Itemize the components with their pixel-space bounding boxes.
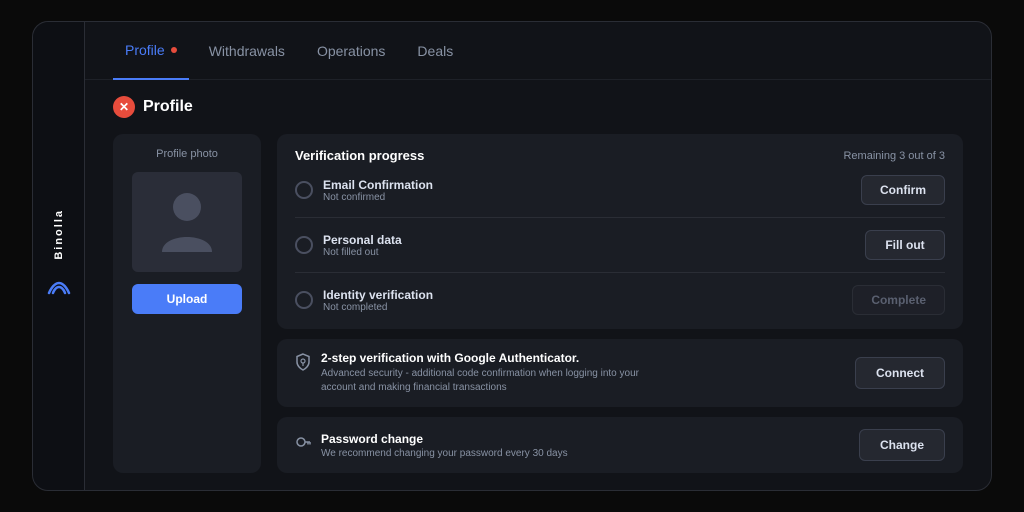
verification-items: Email Confirmation Not confirmed Confirm bbox=[295, 175, 945, 315]
key-icon bbox=[295, 434, 311, 455]
section-title: Profile bbox=[143, 98, 193, 116]
top-nav: Profile Withdrawals Operations Deals bbox=[85, 22, 991, 80]
password-info: Password change We recommend changing yo… bbox=[321, 432, 568, 459]
identity-circle-icon bbox=[295, 291, 313, 309]
password-card: Password change We recommend changing yo… bbox=[277, 417, 963, 473]
divider-1 bbox=[295, 217, 945, 218]
main-content: Profile Withdrawals Operations Deals ✕ P… bbox=[85, 22, 991, 490]
tab-withdrawals[interactable]: Withdrawals bbox=[197, 22, 297, 80]
photo-label: Profile photo bbox=[156, 148, 218, 160]
tab-profile[interactable]: Profile bbox=[113, 22, 189, 80]
twostep-description: Advanced security - additional code conf… bbox=[321, 367, 661, 395]
twostep-left: 2-step verification with Google Authenti… bbox=[295, 351, 661, 395]
email-item-left: Email Confirmation Not confirmed bbox=[295, 178, 433, 203]
content-grid: Profile photo Upload Verification p bbox=[113, 134, 963, 473]
tab-withdrawals-label: Withdrawals bbox=[209, 43, 285, 59]
personal-item-info: Personal data Not filled out bbox=[323, 233, 402, 258]
upload-button[interactable]: Upload bbox=[132, 284, 242, 314]
twostep-title: 2-step verification with Google Authenti… bbox=[321, 351, 661, 365]
personal-item-left: Personal data Not filled out bbox=[295, 233, 402, 258]
sidebar-logo-icon bbox=[45, 275, 73, 303]
personal-item-subtitle: Not filled out bbox=[323, 247, 402, 258]
verification-card: Verification progress Remaining 3 out of… bbox=[277, 134, 963, 329]
connect-button[interactable]: Connect bbox=[855, 357, 945, 389]
photo-card: Profile photo Upload bbox=[113, 134, 261, 473]
password-left: Password change We recommend changing yo… bbox=[295, 432, 568, 459]
identity-item-subtitle: Not completed bbox=[323, 302, 433, 313]
app-container: Binolla Profile Withdrawals Operations D… bbox=[32, 21, 992, 491]
verification-email-item: Email Confirmation Not confirmed Confirm bbox=[295, 175, 945, 205]
identity-item-info: Identity verification Not completed bbox=[323, 288, 433, 313]
divider-2 bbox=[295, 272, 945, 273]
password-title: Password change bbox=[321, 432, 568, 446]
verification-header: Verification progress Remaining 3 out of… bbox=[295, 148, 945, 163]
tab-operations-label: Operations bbox=[317, 43, 385, 59]
confirm-button[interactable]: Confirm bbox=[861, 175, 945, 205]
identity-item-left: Identity verification Not completed bbox=[295, 288, 433, 313]
fillout-button[interactable]: Fill out bbox=[865, 230, 945, 260]
section-error-icon: ✕ bbox=[113, 96, 135, 118]
shield-icon bbox=[295, 353, 311, 376]
section-header: ✕ Profile bbox=[113, 96, 963, 118]
twostep-card: 2-step verification with Google Authenti… bbox=[277, 339, 963, 407]
right-panel: Verification progress Remaining 3 out of… bbox=[277, 134, 963, 473]
verification-identity-item: Identity verification Not completed Comp… bbox=[295, 285, 945, 315]
complete-button[interactable]: Complete bbox=[852, 285, 945, 315]
identity-item-title: Identity verification bbox=[323, 288, 433, 302]
remaining-text: Remaining 3 out of 3 bbox=[843, 150, 945, 162]
avatar-icon bbox=[157, 187, 217, 257]
change-password-button[interactable]: Change bbox=[859, 429, 945, 461]
password-description: We recommend changing your password ever… bbox=[321, 448, 568, 459]
page-body: ✕ Profile Profile photo Upload bbox=[85, 80, 991, 490]
verification-title: Verification progress bbox=[295, 148, 424, 163]
email-item-title: Email Confirmation bbox=[323, 178, 433, 192]
verification-personal-item: Personal data Not filled out Fill out bbox=[295, 230, 945, 260]
tab-operations[interactable]: Operations bbox=[305, 22, 397, 80]
sidebar: Binolla bbox=[33, 22, 85, 490]
brand-name: Binolla bbox=[53, 209, 65, 260]
personal-item-title: Personal data bbox=[323, 233, 402, 247]
email-item-subtitle: Not confirmed bbox=[323, 192, 433, 203]
personal-circle-icon bbox=[295, 236, 313, 254]
email-item-info: Email Confirmation Not confirmed bbox=[323, 178, 433, 203]
email-circle-icon bbox=[295, 181, 313, 199]
tab-deals-label: Deals bbox=[417, 43, 453, 59]
twostep-info: 2-step verification with Google Authenti… bbox=[321, 351, 661, 395]
tab-profile-label: Profile bbox=[125, 42, 165, 58]
avatar-placeholder bbox=[132, 172, 242, 272]
tab-deals[interactable]: Deals bbox=[405, 22, 465, 80]
profile-dot bbox=[171, 47, 177, 53]
